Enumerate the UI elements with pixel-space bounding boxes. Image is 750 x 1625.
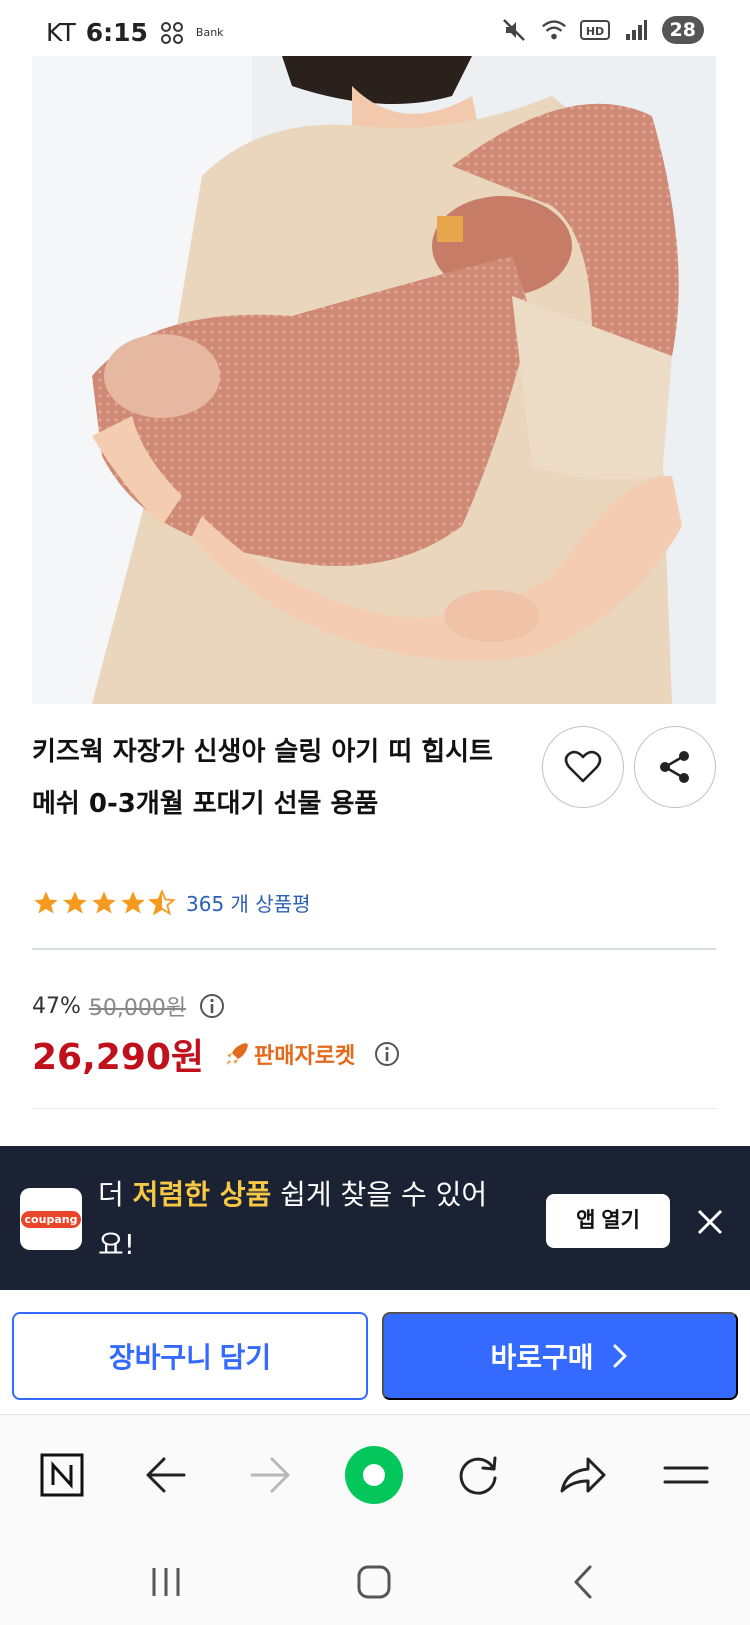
recent-apps-icon — [152, 1568, 180, 1596]
status-right: HD 28 — [500, 16, 704, 44]
share-page-button[interactable] — [552, 1445, 612, 1505]
banner-text-prefix: 더 — [98, 1178, 133, 1211]
menu-icon — [663, 1466, 709, 1484]
banner-text-highlight: 저렴한 상품 — [132, 1178, 272, 1211]
svg-text:HD: HD — [585, 25, 603, 38]
star-rating — [32, 888, 176, 917]
coupang-logo: coupang — [20, 1188, 82, 1250]
mute-icon — [500, 16, 528, 44]
add-to-cart-button[interactable]: 장바구니 담기 — [12, 1312, 368, 1400]
rocket-icon — [226, 1043, 249, 1065]
hd-icon: HD — [579, 16, 610, 44]
product-image[interactable] — [32, 56, 716, 704]
close-icon[interactable] — [692, 1204, 728, 1240]
share-arrow-icon — [560, 1457, 606, 1493]
discount-line: 47% 50,000원 — [32, 990, 716, 1022]
review-count-link[interactable]: 365 개 상품평 — [186, 888, 311, 917]
buy-now-button[interactable]: 바로구매 — [382, 1312, 738, 1400]
price-block: 47% 50,000원 26,290원 판매자로켓 — [32, 990, 716, 1078]
home-icon — [357, 1565, 391, 1599]
green-dot-button[interactable] — [344, 1445, 404, 1505]
star-full-icon — [92, 890, 116, 913]
green-dot-icon — [345, 1446, 403, 1504]
wishlist-button[interactable] — [542, 726, 624, 808]
recent-apps-button[interactable] — [142, 1558, 190, 1606]
naver-n-icon — [40, 1453, 84, 1497]
product-photo-illustration — [32, 56, 716, 704]
menu-button[interactable] — [656, 1445, 716, 1505]
share-icon — [660, 751, 689, 783]
arrow-left-icon — [146, 1457, 186, 1493]
chevron-left-icon — [574, 1565, 592, 1599]
star-half-icon — [148, 888, 176, 915]
product-title-area: 키즈웍 자장가 신생아 슬링 아기 띠 힙시트 메쉬 0-3개월 포대기 선물 … — [32, 726, 502, 830]
naver-home-button[interactable] — [32, 1445, 92, 1505]
rating-row[interactable]: 365 개 상품평 — [32, 888, 311, 917]
status-bar: KT 6:15 Bank HD 28 — [0, 0, 750, 58]
info-icon[interactable] — [373, 1040, 401, 1068]
original-price: 50,000원 — [88, 996, 187, 1021]
browser-toolbar — [0, 1414, 750, 1536]
purchase-bar: 장바구니 담기 바로구매 — [0, 1290, 750, 1414]
star-full-icon — [63, 890, 87, 913]
home-button[interactable] — [350, 1558, 398, 1606]
system-nav-bar — [0, 1536, 750, 1625]
info-icon[interactable] — [198, 992, 226, 1020]
star-full-icon — [34, 890, 58, 913]
system-back-button[interactable] — [560, 1558, 608, 1606]
status-left: KT 6:15 Bank — [46, 18, 224, 47]
banner-message: 더 저렴한 상품 쉽게 찾을 수 있어요! — [98, 1170, 518, 1270]
bank-app-badge: Bank — [195, 26, 224, 39]
divider — [32, 948, 716, 950]
discount-rate: 47% — [32, 993, 81, 1019]
seller-rocket-badge: 판매자로켓 — [224, 1038, 355, 1070]
divider — [32, 1108, 716, 1109]
app-install-banner: coupang 더 저렴한 상품 쉽게 찾을 수 있어요! 앱 열기 — [0, 1146, 750, 1290]
sale-line: 26,290원 판매자로켓 — [32, 1028, 401, 1080]
coupang-logo-text: coupang — [20, 1210, 82, 1228]
product-title: 키즈웍 자장가 신생아 슬링 아기 띠 힙시트 메쉬 0-3개월 포대기 선물 … — [32, 737, 493, 819]
cart-button-label: 장바구니 담기 — [108, 1342, 272, 1373]
refresh-button[interactable] — [448, 1445, 508, 1505]
share-button[interactable] — [634, 726, 716, 808]
buy-button-label: 바로구매 — [490, 1342, 594, 1373]
sale-price: 26,290원 — [32, 1037, 205, 1078]
app-notification-icon — [158, 19, 186, 47]
carrier-label: KT — [46, 18, 76, 47]
wifi-icon — [540, 16, 568, 44]
chevron-right-icon — [613, 1344, 627, 1368]
back-button[interactable] — [136, 1445, 196, 1505]
heart-icon — [564, 750, 602, 783]
battery-indicator: 28 — [661, 16, 704, 44]
seller-badge-label: 판매자로켓 — [254, 1044, 356, 1069]
forward-button[interactable] — [240, 1445, 300, 1505]
star-full-icon — [121, 890, 145, 913]
refresh-icon — [459, 1456, 497, 1495]
signal-icon — [622, 16, 650, 44]
clock: 6:15 — [85, 18, 148, 47]
open-app-button[interactable]: 앱 열기 — [546, 1194, 670, 1248]
arrow-right-icon — [250, 1457, 290, 1493]
